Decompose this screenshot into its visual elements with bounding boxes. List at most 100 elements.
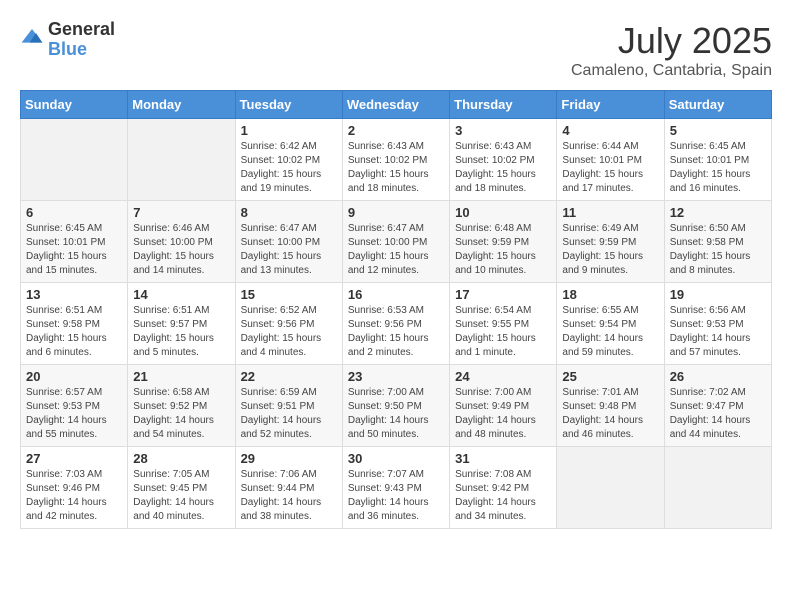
day-info: Sunrise: 7:02 AMSunset: 9:47 PMDaylight:… — [670, 386, 766, 442]
calendar-day-cell: 29Sunrise: 7:06 AMSunset: 9:44 PMDayligh… — [235, 447, 342, 529]
page-header: General Blue July 2025 Camaleno, Cantabr… — [20, 20, 772, 80]
day-info: Sunrise: 7:05 AMSunset: 9:45 PMDaylight:… — [133, 468, 229, 524]
day-number: 15 — [241, 287, 337, 302]
calendar-day-cell: 19Sunrise: 6:56 AMSunset: 9:53 PMDayligh… — [664, 283, 771, 365]
day-info: Sunrise: 7:08 AMSunset: 9:42 PMDaylight:… — [455, 468, 551, 524]
month-title: July 2025 — [571, 20, 772, 62]
calendar-day-cell: 5Sunrise: 6:45 AMSunset: 10:01 PMDayligh… — [664, 119, 771, 201]
calendar-day-cell: 7 Sunrise: 6:46 AMSunset: 10:00 PMDayligh… — [128, 201, 235, 283]
day-info: Sunrise: 6:46 AMSunset: 10:00 PMDaylight… — [133, 222, 229, 278]
calendar-day-cell — [557, 447, 664, 529]
calendar-day-cell — [664, 447, 771, 529]
day-info: Sunrise: 7:07 AMSunset: 9:43 PMDaylight:… — [348, 468, 444, 524]
day-of-week-header: Tuesday — [235, 91, 342, 119]
day-info: Sunrise: 6:57 AMSunset: 9:53 PMDaylight:… — [26, 386, 122, 442]
calendar-day-cell: 8Sunrise: 6:47 AMSunset: 10:00 PMDayligh… — [235, 201, 342, 283]
day-info: Sunrise: 6:45 AMSunset: 10:01 PMDaylight… — [670, 140, 766, 196]
calendar-day-cell: 9 Sunrise: 6:47 AMSunset: 10:00 PMDayligh… — [342, 201, 449, 283]
day-number: 24 — [455, 369, 551, 384]
calendar-day-cell: 17 Sunrise: 6:54 AMSunset: 9:55 PMDayligh… — [450, 283, 557, 365]
day-number: 16 — [348, 287, 444, 302]
calendar-table: SundayMondayTuesdayWednesdayThursdayFrid… — [20, 90, 772, 529]
calendar-week-row: 13Sunrise: 6:51 AMSunset: 9:58 PMDayligh… — [21, 283, 772, 365]
day-number: 14 — [133, 287, 229, 302]
day-of-week-header: Saturday — [664, 91, 771, 119]
calendar-day-cell: 1 Sunrise: 6:42 AMSunset: 10:02 PMDayligh… — [235, 119, 342, 201]
day-of-week-header: Sunday — [21, 91, 128, 119]
day-number: 28 — [133, 451, 229, 466]
day-number: 7 — [133, 205, 229, 220]
day-info: Sunrise: 6:51 AMSunset: 9:58 PMDaylight:… — [26, 304, 122, 360]
calendar-day-cell: 15 Sunrise: 6:52 AMSunset: 9:56 PMDayligh… — [235, 283, 342, 365]
day-info: Sunrise: 6:48 AMSunset: 9:59 PMDaylight:… — [455, 222, 551, 278]
location-title: Camaleno, Cantabria, Spain — [571, 62, 772, 80]
day-info: Sunrise: 7:00 AMSunset: 9:49 PMDaylight:… — [455, 386, 551, 442]
calendar-day-cell: 25Sunrise: 7:01 AMSunset: 9:48 PMDayligh… — [557, 365, 664, 447]
day-info: Sunrise: 6:50 AMSunset: 9:58 PMDaylight:… — [670, 222, 766, 278]
logo-icon — [20, 25, 44, 49]
day-number: 11 — [562, 205, 658, 220]
day-info: Sunrise: 6:43 AMSunset: 10:02 PMDaylight… — [455, 140, 551, 196]
day-number: 18 — [562, 287, 658, 302]
calendar-day-cell: 13Sunrise: 6:51 AMSunset: 9:58 PMDayligh… — [21, 283, 128, 365]
day-info: Sunrise: 6:47 AMSunset: 10:00 PMDaylight… — [348, 222, 444, 278]
day-info: Sunrise: 6:54 AMSunset: 9:55 PMDaylight:… — [455, 304, 551, 360]
calendar-day-cell: 11 Sunrise: 6:49 AMSunset: 9:59 PMDayligh… — [557, 201, 664, 283]
day-number: 20 — [26, 369, 122, 384]
calendar-day-cell: 12 Sunrise: 6:50 AMSunset: 9:58 PMDayligh… — [664, 201, 771, 283]
day-number: 19 — [670, 287, 766, 302]
calendar-week-row: 27Sunrise: 7:03 AMSunset: 9:46 PMDayligh… — [21, 447, 772, 529]
calendar-day-cell: 3 Sunrise: 6:43 AMSunset: 10:02 PMDayligh… — [450, 119, 557, 201]
day-number: 21 — [133, 369, 229, 384]
calendar-week-row: 1 Sunrise: 6:42 AMSunset: 10:02 PMDayligh… — [21, 119, 772, 201]
day-number: 12 — [670, 205, 766, 220]
logo-general: General — [48, 20, 115, 40]
calendar-day-cell: 31 Sunrise: 7:08 AMSunset: 9:42 PMDayligh… — [450, 447, 557, 529]
calendar-day-cell: 24 Sunrise: 7:00 AMSunset: 9:49 PMDayligh… — [450, 365, 557, 447]
day-number: 22 — [241, 369, 337, 384]
calendar-day-cell — [21, 119, 128, 201]
calendar-day-cell: 28 Sunrise: 7:05 AMSunset: 9:45 PMDayligh… — [128, 447, 235, 529]
day-number: 26 — [670, 369, 766, 384]
day-number: 2 — [348, 123, 444, 138]
day-info: Sunrise: 6:51 AMSunset: 9:57 PMDaylight:… — [133, 304, 229, 360]
day-number: 1 — [241, 123, 337, 138]
day-info: Sunrise: 7:03 AMSunset: 9:46 PMDaylight:… — [26, 468, 122, 524]
calendar-day-cell: 18 Sunrise: 6:55 AMSunset: 9:54 PMDayligh… — [557, 283, 664, 365]
day-number: 17 — [455, 287, 551, 302]
day-of-week-header: Monday — [128, 91, 235, 119]
day-number: 25 — [562, 369, 658, 384]
calendar-day-cell: 23 Sunrise: 7:00 AMSunset: 9:50 PMDayligh… — [342, 365, 449, 447]
day-number: 29 — [241, 451, 337, 466]
calendar-day-cell: 4 Sunrise: 6:44 AMSunset: 10:01 PMDayligh… — [557, 119, 664, 201]
day-info: Sunrise: 7:00 AMSunset: 9:50 PMDaylight:… — [348, 386, 444, 442]
day-info: Sunrise: 6:58 AMSunset: 9:52 PMDaylight:… — [133, 386, 229, 442]
calendar-day-cell: 16 Sunrise: 6:53 AMSunset: 9:56 PMDayligh… — [342, 283, 449, 365]
day-info: Sunrise: 6:45 AMSunset: 10:01 PMDaylight… — [26, 222, 122, 278]
day-number: 23 — [348, 369, 444, 384]
day-info: Sunrise: 6:49 AMSunset: 9:59 PMDaylight:… — [562, 222, 658, 278]
logo: General Blue — [20, 20, 115, 60]
calendar-day-cell: 21 Sunrise: 6:58 AMSunset: 9:52 PMDayligh… — [128, 365, 235, 447]
day-of-week-header: Thursday — [450, 91, 557, 119]
day-number: 3 — [455, 123, 551, 138]
day-number: 8 — [241, 205, 337, 220]
calendar-week-row: 20 Sunrise: 6:57 AMSunset: 9:53 PMDayligh… — [21, 365, 772, 447]
calendar-week-row: 6Sunrise: 6:45 AMSunset: 10:01 PMDayligh… — [21, 201, 772, 283]
calendar-day-cell: 30 Sunrise: 7:07 AMSunset: 9:43 PMDayligh… — [342, 447, 449, 529]
calendar-day-cell: 2Sunrise: 6:43 AMSunset: 10:02 PMDayligh… — [342, 119, 449, 201]
day-info: Sunrise: 6:52 AMSunset: 9:56 PMDaylight:… — [241, 304, 337, 360]
day-number: 9 — [348, 205, 444, 220]
day-number: 4 — [562, 123, 658, 138]
day-number: 31 — [455, 451, 551, 466]
calendar-day-cell: 10Sunrise: 6:48 AMSunset: 9:59 PMDayligh… — [450, 201, 557, 283]
calendar-day-cell: 26 Sunrise: 7:02 AMSunset: 9:47 PMDayligh… — [664, 365, 771, 447]
calendar-day-cell: 6Sunrise: 6:45 AMSunset: 10:01 PMDayligh… — [21, 201, 128, 283]
day-number: 30 — [348, 451, 444, 466]
day-info: Sunrise: 6:42 AMSunset: 10:02 PMDaylight… — [241, 140, 337, 196]
day-info: Sunrise: 6:55 AMSunset: 9:54 PMDaylight:… — [562, 304, 658, 360]
calendar-day-cell: 14 Sunrise: 6:51 AMSunset: 9:57 PMDayligh… — [128, 283, 235, 365]
day-info: Sunrise: 6:53 AMSunset: 9:56 PMDaylight:… — [348, 304, 444, 360]
day-info: Sunrise: 6:44 AMSunset: 10:01 PMDaylight… — [562, 140, 658, 196]
calendar-day-cell: 22Sunrise: 6:59 AMSunset: 9:51 PMDayligh… — [235, 365, 342, 447]
